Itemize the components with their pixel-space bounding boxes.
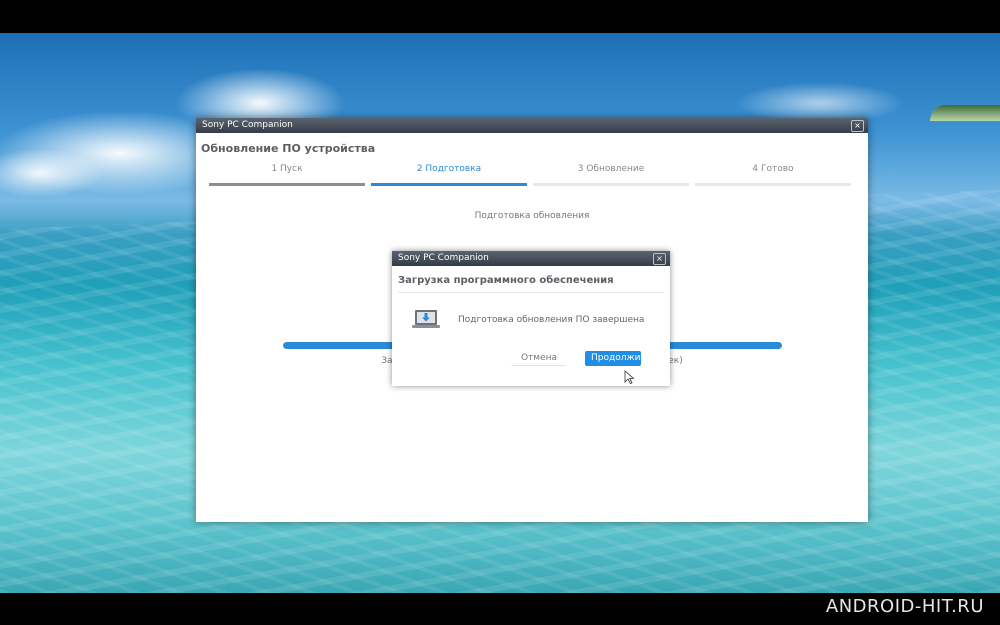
- step-label: 2 Подготовка: [416, 164, 482, 174]
- dialog-heading: Загрузка программного обеспечения: [398, 275, 614, 286]
- step-done[interactable]: 4 Готово: [695, 164, 851, 186]
- close-icon[interactable]: ×: [653, 253, 666, 265]
- continue-button[interactable]: Продолжить: [585, 351, 651, 366]
- download-dialog: Sony PC Companion × Загрузка программног…: [392, 251, 670, 386]
- step-start[interactable]: 1 Пуск: [209, 164, 365, 186]
- cancel-button[interactable]: Отмена: [511, 351, 567, 366]
- laptop-download-icon: [412, 310, 440, 328]
- watermark: ANDROID-HIT.RU: [825, 596, 984, 617]
- status-text: Подготовка обновления: [474, 211, 590, 221]
- step-preparation[interactable]: 2 Подготовка: [371, 164, 527, 186]
- step-label: 3 Обновление: [577, 164, 645, 174]
- page-title: Обновление ПО устройства: [201, 142, 376, 155]
- mouse-cursor-icon: [624, 370, 635, 384]
- step-bar: [695, 183, 851, 186]
- step-update[interactable]: 3 Обновление: [533, 164, 689, 186]
- step-label: 1 Пуск: [271, 164, 303, 174]
- main-window-title: Sony PC Companion: [202, 120, 293, 130]
- dialog-titlebar[interactable]: Sony PC Companion ×: [392, 251, 670, 266]
- step-label: 4 Готово: [752, 164, 794, 174]
- dialog-title: Sony PC Companion: [398, 253, 489, 263]
- island: [930, 105, 1000, 121]
- dialog-message: Подготовка обновления ПО завершена: [458, 315, 645, 325]
- step-bar: [533, 183, 689, 186]
- main-window-titlebar[interactable]: Sony PC Companion ×: [196, 118, 868, 133]
- step-tabs: 1 Пуск 2 Подготовка 3 Обновление 4 Готов…: [206, 164, 854, 186]
- step-bar: [209, 183, 365, 186]
- step-bar: [371, 183, 527, 186]
- divider: [398, 292, 664, 293]
- close-icon[interactable]: ×: [851, 120, 864, 132]
- dialog-body: Подготовка обновления ПО завершена: [410, 308, 644, 332]
